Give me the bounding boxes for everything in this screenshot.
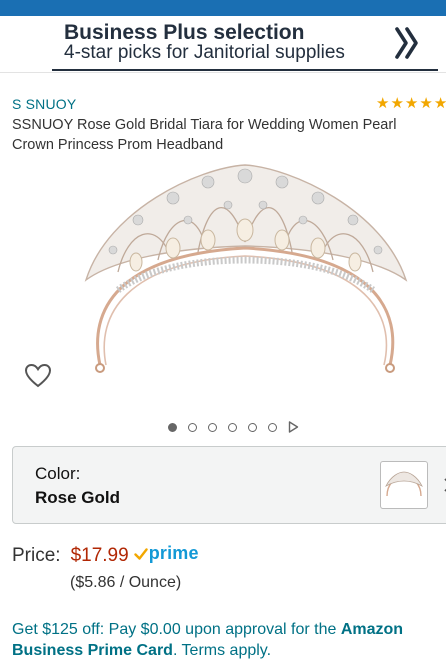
banner-subtitle: 4-star picks for Janitorial supplies bbox=[64, 42, 345, 63]
rating-stars[interactable]: ★ ★ ★ ★ ★ bbox=[376, 96, 446, 112]
prime-badge: prime bbox=[134, 543, 199, 564]
image-carousel-dots[interactable] bbox=[168, 421, 299, 433]
divider bbox=[0, 72, 446, 73]
star-icon: ★ bbox=[404, 95, 419, 112]
prime-check-icon bbox=[134, 547, 148, 560]
product-image-tiara[interactable] bbox=[78, 160, 413, 400]
credit-card-offer-link[interactable]: Get $125 off: Pay $0.00 upon approval fo… bbox=[12, 619, 442, 661]
color-variation-selector[interactable]: Color: Rose Gold bbox=[12, 446, 446, 524]
product-title: SSNUOY Rose Gold Bridal Tiara for Weddin… bbox=[12, 117, 397, 153]
carousel-dot[interactable] bbox=[248, 422, 257, 432]
star-icon: ★ bbox=[419, 95, 433, 112]
business-plus-banner[interactable]: Business Plus selection 4-star picks for… bbox=[0, 16, 446, 72]
carousel-dot[interactable] bbox=[168, 422, 177, 432]
unit-price: ($5.86 / Ounce) bbox=[70, 574, 182, 591]
play-triangle-icon[interactable] bbox=[288, 421, 299, 433]
prime-logo-text: prime bbox=[148, 543, 199, 563]
carousel-dot[interactable] bbox=[268, 422, 277, 432]
price-value: $17.99 bbox=[70, 544, 129, 566]
selected-color-value: Rose Gold bbox=[35, 488, 121, 507]
color-label: Color: bbox=[35, 464, 81, 483]
top-status-bar bbox=[0, 0, 446, 16]
color-swatch-thumbnail[interactable] bbox=[380, 461, 428, 509]
carousel-dot[interactable] bbox=[228, 422, 237, 432]
star-icon: ★ bbox=[433, 95, 446, 112]
heart-outline-icon[interactable] bbox=[24, 362, 52, 390]
brand-link[interactable]: S SNUOY bbox=[12, 96, 76, 112]
price-label: Price: bbox=[12, 544, 61, 566]
double-chevron-right-icon[interactable] bbox=[392, 26, 422, 60]
carousel-dot[interactable] bbox=[208, 422, 217, 432]
carousel-dot[interactable] bbox=[188, 422, 197, 432]
star-icon: ★ bbox=[376, 95, 390, 112]
banner-underline bbox=[52, 69, 438, 71]
price-row: Price: $17.99 prime bbox=[12, 543, 199, 567]
star-icon: ★ bbox=[390, 95, 404, 112]
tiara-thumbnail-icon bbox=[385, 471, 423, 497]
